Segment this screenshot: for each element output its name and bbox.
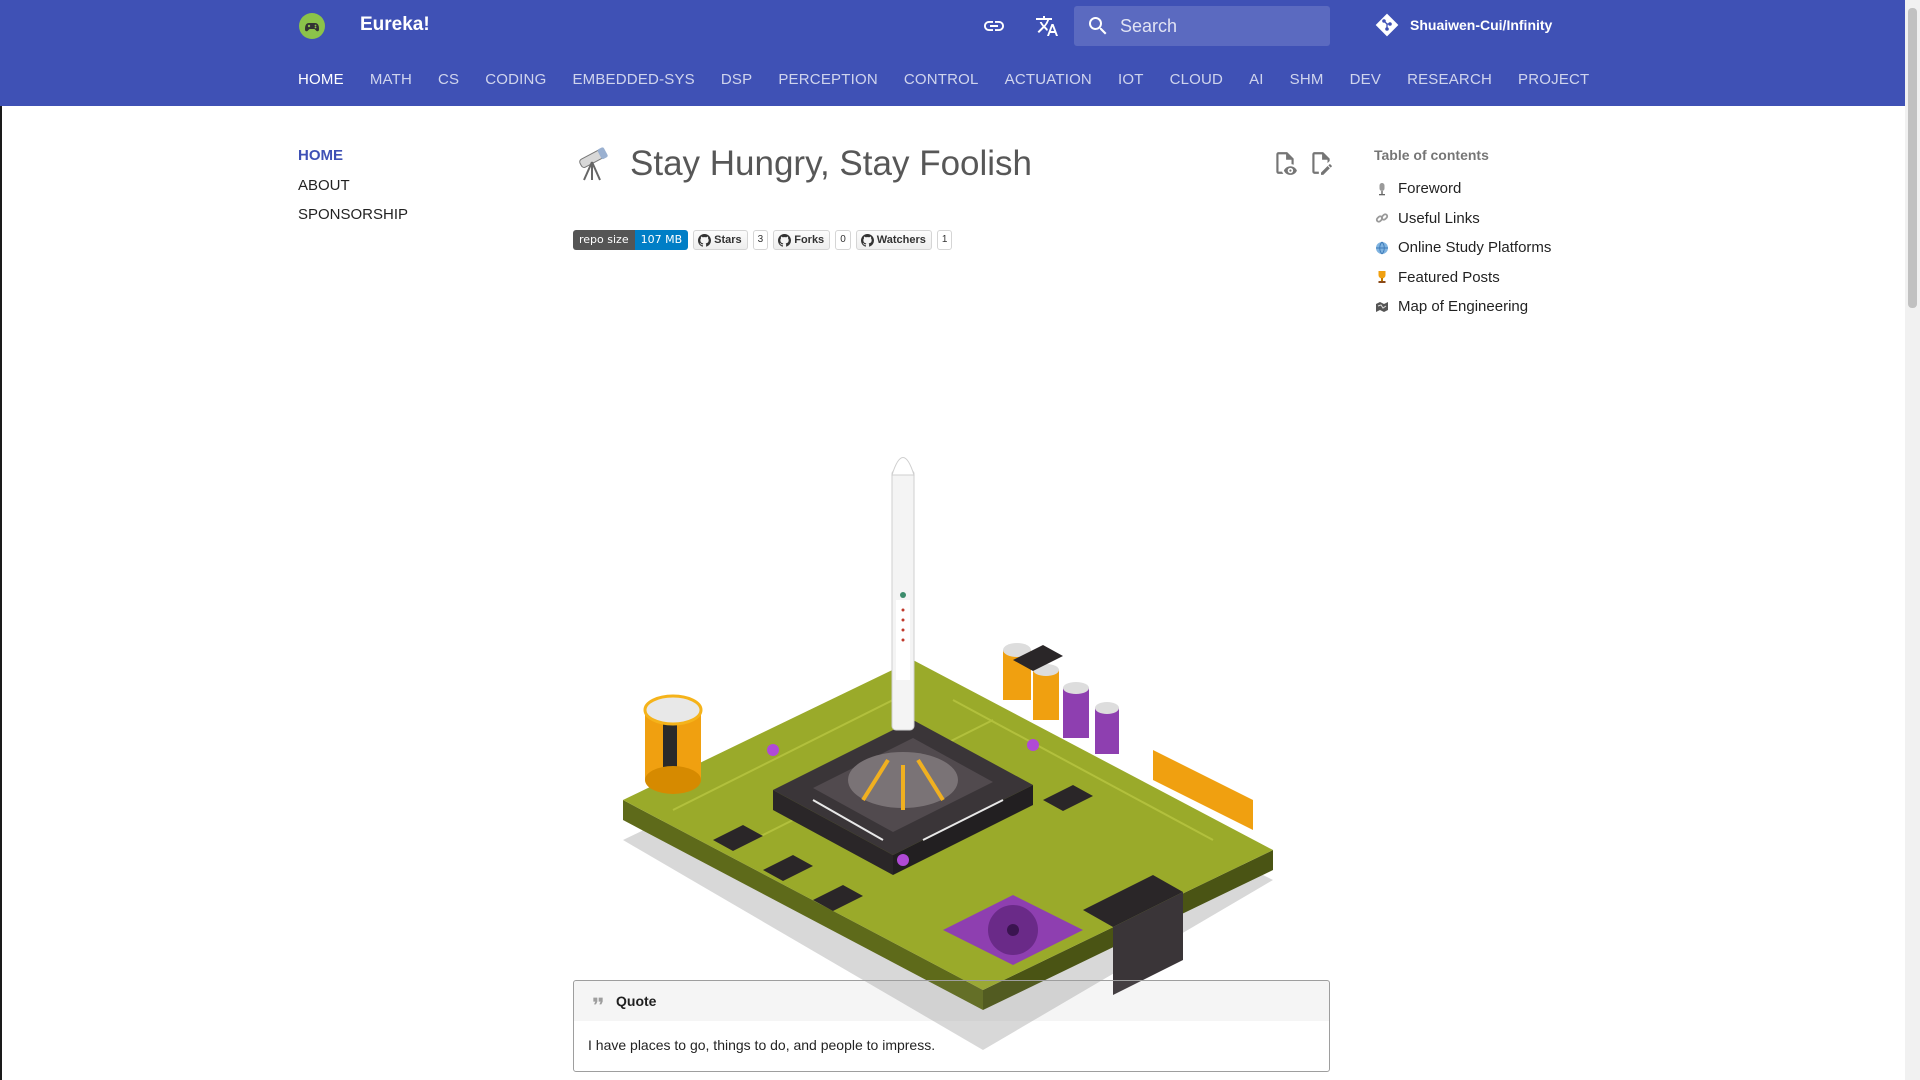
- tab-perception[interactable]: PERCEPTION: [778, 71, 878, 88]
- forks-count[interactable]: 0: [835, 230, 851, 250]
- toc-item-label: Foreword: [1398, 180, 1462, 198]
- tab-cloud[interactable]: CLOUD: [1170, 71, 1224, 88]
- vertical-scrollbar[interactable]: [1905, 0, 1920, 1080]
- globe-icon: [1374, 240, 1390, 256]
- view-source-icon[interactable]: [1272, 150, 1298, 176]
- forks-button[interactable]: Forks: [773, 230, 831, 250]
- tab-dsp[interactable]: DSP: [721, 71, 752, 88]
- gamepad-logo-icon[interactable]: [298, 12, 326, 40]
- search-icon: [1089, 17, 1107, 35]
- tab-home[interactable]: HOME: [298, 71, 344, 88]
- tab-dev[interactable]: DEV: [1350, 71, 1381, 88]
- repo-size-label: repo size: [573, 230, 635, 250]
- quote-text: I have places to go, things to do, and p…: [588, 1037, 936, 1053]
- toc-item-label: Featured Posts: [1398, 268, 1500, 286]
- edit-page-icon[interactable]: [1308, 150, 1334, 176]
- site-title[interactable]: Eureka!: [360, 14, 430, 36]
- tab-project[interactable]: PROJECT: [1518, 71, 1589, 88]
- translate-icon[interactable]: [1033, 12, 1061, 40]
- tab-cs[interactable]: CS: [438, 71, 459, 88]
- watchers-count[interactable]: 1: [936, 230, 953, 250]
- tab-coding[interactable]: CODING: [485, 71, 546, 88]
- sidebar-item-sponsorship[interactable]: SPONSORSHIP: [298, 206, 408, 236]
- badge-row: repo size 107 MB Stars 3 Forks 0 Watcher…: [573, 230, 953, 250]
- tab-actuation[interactable]: ACTUATION: [1005, 71, 1092, 88]
- toc-title: Table of contents: [1374, 147, 1489, 163]
- stars-label: Stars: [714, 234, 742, 246]
- repo-name: Shuaiwen-Cui/Infinity: [1410, 17, 1553, 33]
- toc-item-map-of-engineering[interactable]: Map of Engineering: [1374, 292, 1551, 322]
- table-of-contents: Table of contents Foreword Useful Links …: [1374, 147, 1551, 322]
- repo-size-value: 107 MB: [634, 230, 689, 250]
- tab-ai[interactable]: AI: [1249, 71, 1264, 88]
- link-icon[interactable]: [980, 12, 1008, 40]
- scrollbar-thumb[interactable]: [1908, 8, 1917, 308]
- microphone-icon: [1374, 181, 1390, 197]
- quote-header: Quote: [574, 981, 1329, 1021]
- search-input[interactable]: [1120, 15, 1320, 37]
- quote-title: Quote: [616, 993, 657, 1009]
- forks-label: Forks: [794, 234, 825, 246]
- site-header: Eureka! Shuaiwen-Cui/Infinity HOME MATH …: [0, 0, 1905, 106]
- window-edge: [0, 106, 2, 1080]
- github-icon: [778, 233, 792, 247]
- repo-size-badge[interactable]: repo size 107 MB: [573, 230, 689, 250]
- stars-button[interactable]: Stars: [693, 230, 748, 250]
- top-bar: Eureka! Shuaiwen-Cui/Infinity: [0, 0, 1905, 52]
- github-icon: [860, 233, 874, 247]
- tab-control[interactable]: CONTROL: [904, 71, 979, 88]
- toc-item-label: Map of Engineering: [1398, 298, 1529, 316]
- quote-admonition: Quote I have places to go, things to do,…: [573, 980, 1330, 1072]
- map-icon: [1374, 299, 1390, 315]
- tab-research[interactable]: RESEARCH: [1407, 71, 1492, 88]
- circuit-board-rocket-illustration: [613, 370, 1293, 1070]
- tab-bar: HOME MATH CS CODING EMBEDDED-SYS DSP PER…: [298, 71, 1615, 88]
- search-box[interactable]: [1074, 6, 1330, 46]
- watchers-label: Watchers: [876, 234, 926, 246]
- primary-sidebar: HOME ABOUT SPONSORSHIP: [298, 147, 408, 236]
- toc-item-online-study-platforms[interactable]: Online Study Platforms: [1374, 233, 1551, 263]
- repo-link[interactable]: Shuaiwen-Cui/Infinity: [1374, 12, 1552, 38]
- page-title: Stay Hungry, Stay Foolish: [630, 144, 1033, 183]
- tab-math[interactable]: MATH: [370, 71, 412, 88]
- sidebar-item-about[interactable]: ABOUT: [298, 177, 408, 207]
- toc-item-useful-links[interactable]: Useful Links: [1374, 204, 1551, 234]
- toc-item-featured-posts[interactable]: Featured Posts: [1374, 263, 1551, 293]
- trophy-icon: [1374, 269, 1390, 285]
- telescope-icon: [573, 144, 613, 184]
- toc-item-label: Useful Links: [1398, 209, 1480, 227]
- sidebar-item-home[interactable]: HOME: [298, 147, 408, 177]
- toc-item-label: Online Study Platforms: [1398, 239, 1552, 257]
- link-icon: [1374, 210, 1390, 226]
- tab-embedded-sys[interactable]: EMBEDDED-SYS: [572, 71, 694, 88]
- tab-shm[interactable]: SHM: [1290, 71, 1324, 88]
- git-icon: [1375, 13, 1399, 37]
- stars-count[interactable]: 3: [752, 230, 769, 250]
- quote-icon: [593, 997, 603, 1005]
- toc-item-foreword[interactable]: Foreword: [1374, 174, 1551, 204]
- tab-iot[interactable]: IOT: [1118, 71, 1144, 88]
- github-icon: [698, 233, 712, 247]
- watchers-button[interactable]: Watchers: [855, 230, 932, 250]
